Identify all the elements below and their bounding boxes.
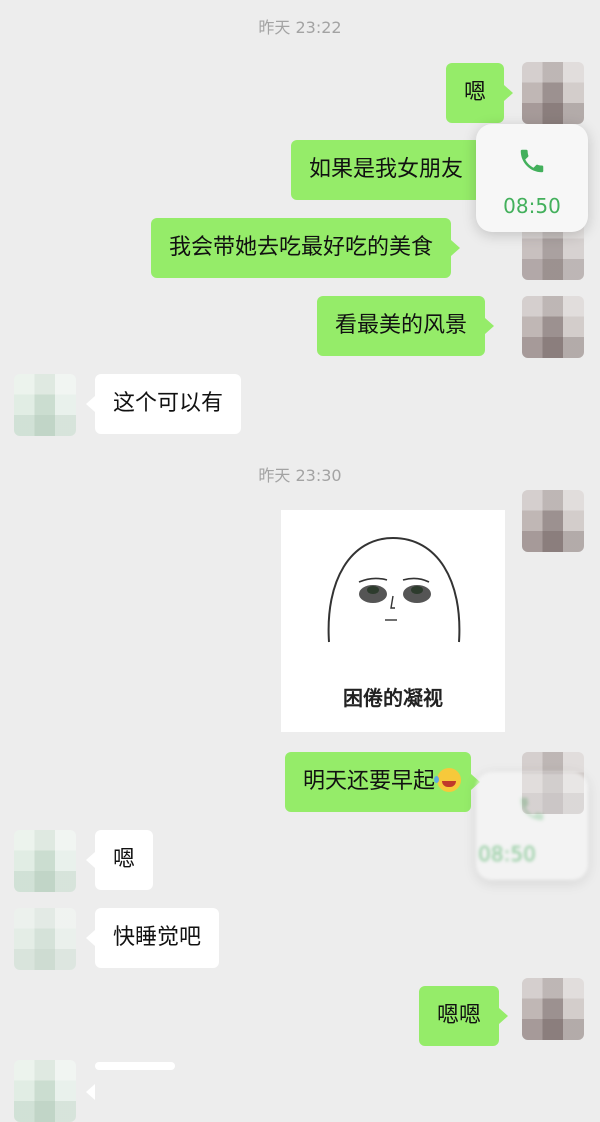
my-avatar[interactable]: [522, 978, 584, 1040]
sticker-caption: 困倦的凝视: [343, 686, 443, 710]
message-bubble-outgoing[interactable]: 如果是我女朋友: [291, 140, 491, 200]
contact-avatar[interactable]: [14, 830, 76, 892]
sticker-message[interactable]: 困倦的凝视: [281, 510, 505, 732]
message-bubble-outgoing[interactable]: 看最美的风景: [317, 296, 495, 356]
message-bubble-incoming[interactable]: 快睡觉吧: [85, 908, 220, 968]
crying-laughing-emoji-icon: [434, 768, 462, 792]
call-duration: 08:50: [478, 842, 536, 866]
message-bubble-incoming[interactable]: 这个可以有: [85, 374, 242, 434]
message-bubble-outgoing[interactable]: 我会带她去吃最好吃的美食: [151, 218, 461, 278]
timestamp: 昨天 23:22: [258, 18, 342, 37]
timestamp: 昨天 23:30: [258, 466, 342, 485]
message-text: 明天还要早起: [303, 769, 436, 794]
contact-avatar[interactable]: [14, 374, 76, 436]
phone-icon: [520, 149, 544, 173]
message-bubble-outgoing[interactable]: 嗯: [446, 63, 514, 123]
my-avatar[interactable]: [522, 490, 584, 552]
my-avatar[interactable]: [522, 296, 584, 358]
sleepy-face-sticker-image: [327, 536, 461, 643]
message-bubble-outgoing[interactable]: 嗯嗯: [419, 986, 509, 1046]
floating-call-widget-ghost: 08:50: [476, 772, 588, 880]
message-bubble-incoming[interactable]: [86, 1062, 175, 1100]
phone-icon: [520, 797, 544, 821]
call-duration: 08:50: [503, 194, 561, 218]
message-bubble-outgoing[interactable]: 明天还要早起: [285, 752, 481, 812]
contact-avatar[interactable]: [14, 908, 76, 970]
message-bubble-incoming[interactable]: 嗯: [85, 830, 154, 890]
contact-avatar[interactable]: [14, 1060, 76, 1122]
floating-call-widget[interactable]: 08:50: [476, 124, 588, 232]
my-avatar[interactable]: [522, 62, 584, 124]
